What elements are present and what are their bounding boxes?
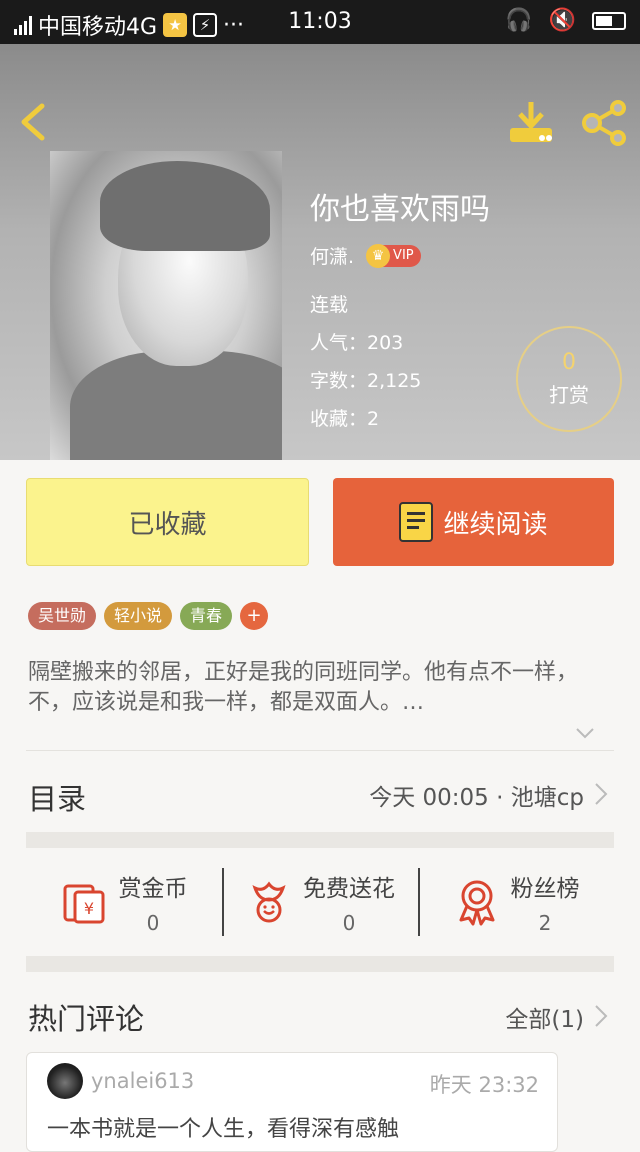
stat-label: 免费送花 <box>303 876 395 902</box>
flower-icon <box>252 881 286 923</box>
hot-comments-title: 热门评论 <box>28 1002 145 1036</box>
comment-card[interactable]: ynalei613 昨天 23:32 一本书就是一个人生，看得深有感触 <box>26 1052 558 1152</box>
chevron-down-icon[interactable] <box>574 722 596 744</box>
stat-value: 0 <box>342 911 356 935</box>
tip-button[interactable]: 0 打赏 <box>516 326 622 432</box>
section-separator <box>26 956 614 972</box>
stat-label: 粉丝榜 <box>510 876 580 902</box>
continue-reading-label: 继续阅读 <box>443 509 548 540</box>
book-status: 连载 <box>310 294 349 316</box>
popularity: 人气：203 <box>310 332 404 354</box>
tag-item[interactable]: 吴世勋 <box>28 602 97 630</box>
comment-username[interactable]: ynalei613 <box>91 1069 194 1093</box>
tip-label: 打赏 <box>549 383 589 407</box>
chevron-right-icon <box>595 783 608 805</box>
divider <box>26 750 614 751</box>
stat-value: 0 <box>146 911 160 935</box>
mute-icon: 🔇 <box>548 8 576 33</box>
book-description[interactable]: 隔壁搬来的邻居，正好是我的同班同学。他有点不一样，不，应该说是和我一样，都是双面… <box>28 658 614 718</box>
stat-value: 2 <box>538 911 552 935</box>
favorited-button[interactable]: 已收藏 <box>26 478 309 566</box>
latest-update: 今天 00:05 · 池塘cp <box>369 785 584 811</box>
section-separator <box>26 832 614 848</box>
book-cover[interactable] <box>50 151 282 460</box>
avatar[interactable] <box>47 1063 83 1099</box>
tip-count: 0 <box>562 350 576 375</box>
fans-ranking-stat[interactable]: 粉丝榜 2 <box>418 848 614 956</box>
book-icon <box>399 502 434 542</box>
add-tag-button[interactable]: + <box>240 602 269 630</box>
red-envelope-icon: ¥ <box>63 884 104 924</box>
toc-row[interactable]: 目录 今天 00:05 · 池塘cp <box>28 770 614 816</box>
comment-time: 昨天 23:32 <box>429 1073 539 1097</box>
author-name[interactable]: 何潇. <box>310 242 354 269</box>
all-comments-link[interactable]: 全部(1) <box>505 1000 584 1034</box>
download-icon[interactable] <box>506 100 556 146</box>
chevron-right-icon[interactable] <box>594 1004 608 1028</box>
cover-figure-body <box>70 351 282 460</box>
book-header: 你也喜欢雨吗 何潇. ♛ VIP 连载 人气：203 字数：2,125 收藏：2 … <box>0 44 640 460</box>
favorites-count: 收藏：2 <box>310 408 380 430</box>
book-title: 你也喜欢雨吗 <box>310 192 490 227</box>
author-row: 何潇. ♛ VIP <box>310 242 421 269</box>
stat-label: 赏金币 <box>118 876 188 902</box>
comment-text: 一本书就是一个人生，看得深有感触 <box>47 1117 400 1142</box>
medal-icon <box>459 880 494 926</box>
cover-figure-hair <box>100 161 270 251</box>
status-right: 🎧 🔇 <box>505 8 626 33</box>
word-count: 字数：2,125 <box>310 370 422 392</box>
svg-text:¥: ¥ <box>83 899 93 918</box>
support-stats: ¥ 赏金币 0 免费送花 0 粉丝榜 2 <box>26 848 614 956</box>
crown-icon: ♛ <box>366 243 391 268</box>
tag-list: 吴世勋 轻小说 青春 + <box>28 602 269 630</box>
tag-item[interactable]: 轻小说 <box>104 602 173 630</box>
share-icon[interactable] <box>580 100 630 146</box>
free-flower-stat[interactable]: 免费送花 0 <box>222 848 418 956</box>
hot-comments-header: 热门评论 全部(1) <box>28 992 614 1038</box>
status-bar: 中国移动4G ★ ⚡ ··· 11:03 🎧 🔇 <box>0 0 640 44</box>
vip-badge: ♛ VIP <box>366 243 421 268</box>
toc-title: 目录 <box>28 782 87 816</box>
back-arrow-icon[interactable] <box>16 102 56 142</box>
continue-reading-button[interactable]: 继续阅读 <box>333 478 614 566</box>
gold-coin-stat[interactable]: ¥ 赏金币 0 <box>26 848 222 956</box>
headset-icon: 🎧 <box>505 8 533 33</box>
battery-icon <box>592 11 626 30</box>
tag-item[interactable]: 青春 <box>180 602 233 630</box>
